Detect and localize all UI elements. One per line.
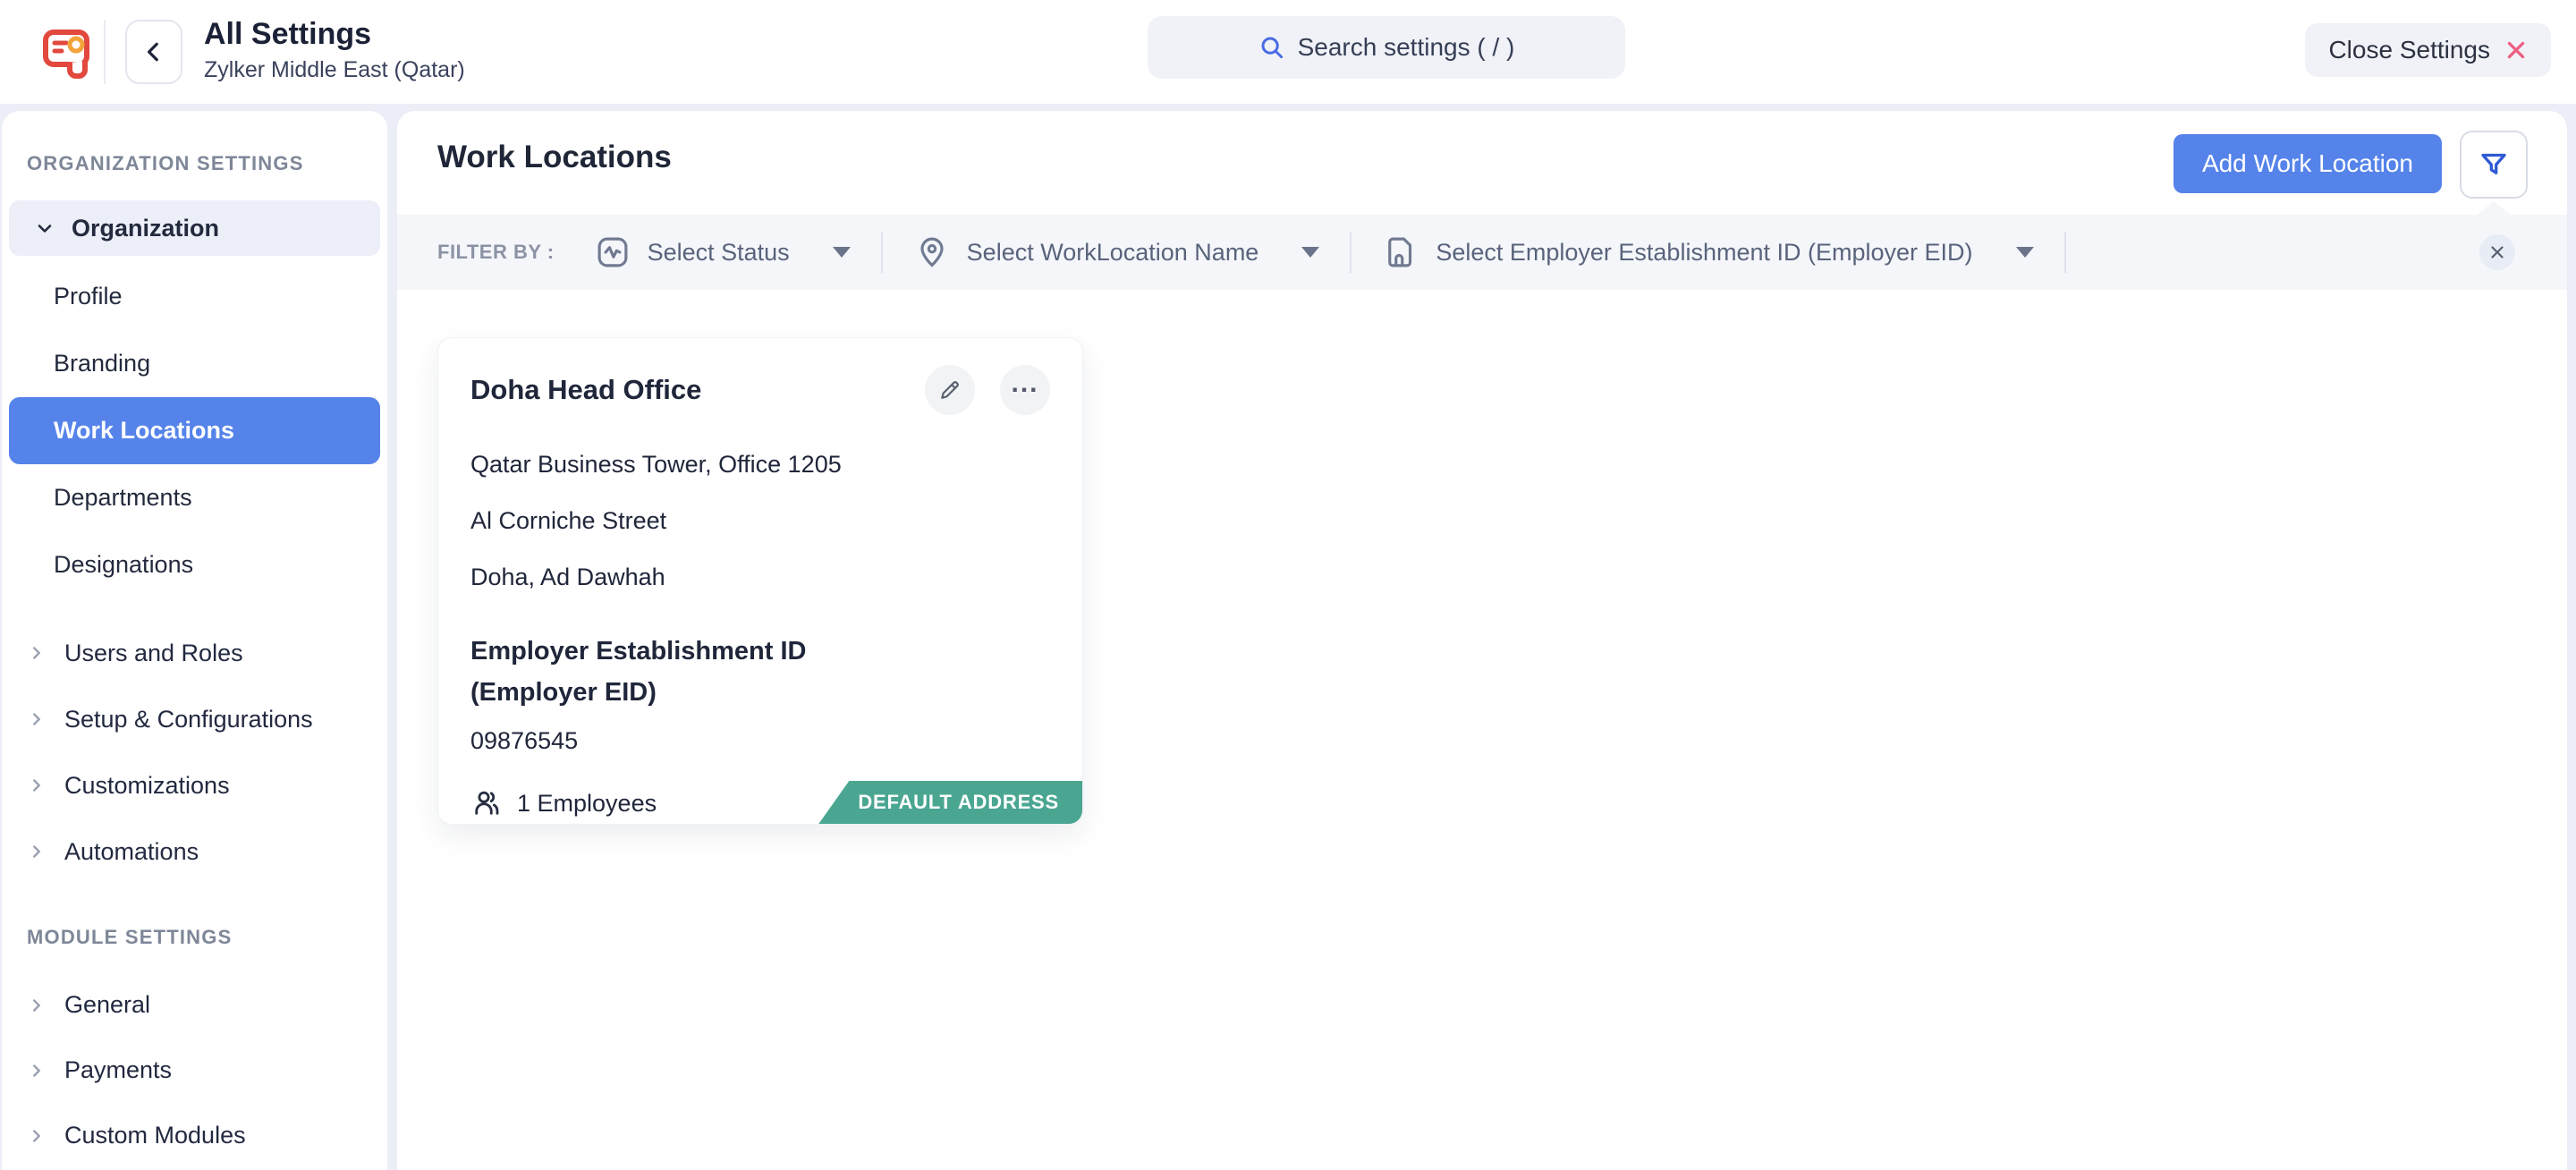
close-settings-label: Close Settings (2328, 36, 2490, 64)
chevron-right-icon (27, 643, 47, 663)
page-header-title: All Settings (204, 14, 465, 54)
sidebar-item-work-locations[interactable]: Work Locations (9, 397, 380, 464)
sidebar-groups: Users and Roles Setup & Configurations C… (2, 620, 387, 885)
sidebar-item-branding[interactable]: Branding (9, 330, 380, 397)
filter-divider (2064, 232, 2066, 273)
sidebar-item-label: Designations (54, 551, 193, 579)
back-button[interactable] (125, 20, 182, 84)
sidebar-item-departments[interactable]: Departments (9, 464, 380, 531)
filter-panel-notch (2476, 201, 2512, 216)
chevron-right-icon (27, 1126, 47, 1146)
sidebar-item-payments[interactable]: Payments (2, 1038, 387, 1103)
section-header-module-settings: MODULE SETTINGS (27, 926, 387, 949)
sidebar-item-profile[interactable]: Profile (9, 263, 380, 330)
chevron-right-icon (27, 709, 47, 729)
header-titles: All Settings Zylker Middle East (Qatar) (204, 14, 465, 83)
top-bar: All Settings Zylker Middle East (Qatar) … (0, 0, 2576, 104)
filter-divider (1350, 232, 1352, 273)
sidebar-item-label: Users and Roles (64, 640, 243, 667)
topbar-divider (104, 20, 106, 84)
sidebar-item-label: Customizations (64, 772, 230, 800)
main-header: Work Locations Add Work Location (397, 111, 2567, 215)
sidebar-item-designations[interactable]: Designations (9, 531, 380, 598)
select-status-dropdown[interactable]: Select Status (594, 233, 851, 271)
select-worklocation-label: Select WorkLocation Name (967, 239, 1259, 267)
chevron-right-icon (27, 776, 47, 795)
sidebar-item-label: Work Locations (54, 417, 234, 445)
sidebar-item-label: Setup & Configurations (64, 706, 313, 733)
sidebar-item-label: Profile (54, 283, 123, 310)
add-work-location-button[interactable]: Add Work Location (2174, 134, 2442, 193)
search-placeholder: Search settings ( / ) (1298, 33, 1515, 62)
search-icon (1258, 34, 1285, 61)
select-worklocation-name-dropdown[interactable]: Select WorkLocation Name (913, 233, 1320, 271)
work-location-card[interactable]: Doha Head Office ... Qatar Business Towe… (437, 337, 1083, 825)
sidebar-item-label: Automations (64, 838, 199, 866)
chevron-down-icon (34, 217, 55, 239)
chevron-right-icon (27, 842, 47, 861)
sidebar-item-label: Payments (64, 1056, 172, 1084)
section-header-organization-settings: ORGANIZATION SETTINGS (27, 152, 387, 175)
ellipsis-icon: ... (1011, 375, 1038, 405)
work-location-name: Doha Head Office (470, 374, 925, 406)
organization-name: Zylker Middle East (Qatar) (204, 57, 465, 83)
address-line-3: Doha, Ad Dawhah (470, 564, 1050, 591)
sidebar-item-custom-modules[interactable]: Custom Modules (2, 1103, 387, 1168)
search-settings-input[interactable]: Search settings ( / ) (1148, 16, 1625, 79)
status-icon (594, 233, 631, 271)
sidebar-item-label: Branding (54, 350, 150, 377)
caret-down-icon (1301, 247, 1319, 258)
filter-toggle-button[interactable] (2460, 131, 2528, 199)
chevron-right-icon (27, 1061, 47, 1081)
sidebar-item-automations[interactable]: Automations (2, 818, 387, 885)
pencil-icon (937, 377, 962, 403)
settings-sidebar: ORGANIZATION SETTINGS Organization Profi… (2, 111, 387, 1170)
default-address-badge: DEFAULT ADDRESS (818, 781, 1082, 824)
sidebar-item-label: General (64, 991, 150, 1019)
main-content-panel: Work Locations Add Work Location FILTER … (397, 111, 2567, 1170)
edit-work-location-button[interactable] (925, 365, 975, 415)
sidebar-item-organization[interactable]: Organization (9, 200, 380, 256)
sidebar-item-customizations[interactable]: Customizations (2, 752, 387, 818)
sidebar-item-setup-configurations[interactable]: Setup & Configurations (2, 686, 387, 752)
sidebar-modules: General Payments Custom Modules (2, 972, 387, 1168)
caret-down-icon (833, 247, 851, 258)
sidebar-item-general[interactable]: General (2, 972, 387, 1038)
employees-icon (470, 787, 503, 819)
filter-bar: FILTER BY : Select Status Select WorkLoc… (397, 215, 2567, 290)
address-block: Qatar Business Tower, Office 1205 Al Cor… (470, 451, 1050, 591)
more-options-button[interactable]: ... (1000, 365, 1050, 415)
employer-eid-label: Employer Establishment ID (Employer EID) (470, 631, 846, 713)
sidebar-item-label: Custom Modules (64, 1122, 246, 1149)
filter-funnel-icon (2478, 148, 2510, 181)
clear-x-icon (2487, 242, 2507, 262)
establishment-id-icon (1382, 233, 1419, 271)
card-title-row: Doha Head Office ... (470, 365, 1050, 415)
chevron-left-icon (142, 40, 165, 64)
employees-count: 1 Employees (517, 790, 657, 818)
filter-by-label: FILTER BY : (437, 241, 555, 264)
payroll-app-logo-icon (41, 25, 97, 79)
close-icon (2504, 38, 2528, 62)
page-title: Work Locations (437, 140, 672, 175)
select-employer-eid-dropdown[interactable]: Select Employer Establishment ID (Employ… (1382, 233, 2033, 271)
add-work-location-label: Add Work Location (2202, 149, 2413, 178)
chevron-right-icon (27, 996, 47, 1015)
filter-divider (881, 232, 883, 273)
location-pin-icon (913, 233, 951, 271)
address-line-1: Qatar Business Tower, Office 1205 (470, 451, 1050, 479)
clear-filters-button[interactable] (2479, 234, 2515, 270)
sidebar-item-users-and-roles[interactable]: Users and Roles (2, 620, 387, 686)
organization-children: Profile Branding Work Locations Departme… (2, 263, 387, 598)
select-employer-eid-label: Select Employer Establishment ID (Employ… (1436, 239, 1972, 267)
employer-eid-value: 09876545 (470, 727, 1050, 755)
sidebar-item-label: Organization (72, 215, 219, 242)
caret-down-icon (2016, 247, 2034, 258)
sidebar-item-label: Departments (54, 484, 192, 512)
address-line-2: Al Corniche Street (470, 507, 1050, 535)
select-status-label: Select Status (648, 239, 790, 267)
close-settings-button[interactable]: Close Settings (2305, 23, 2551, 77)
